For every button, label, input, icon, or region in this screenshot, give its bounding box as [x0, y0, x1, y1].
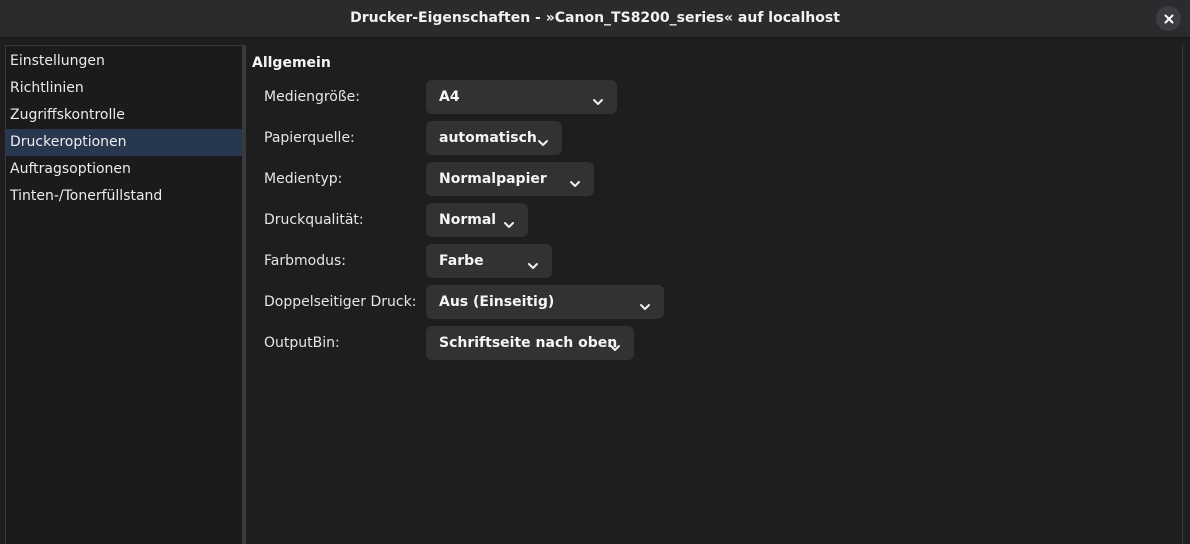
color-mode-value: Farbe: [439, 253, 484, 269]
printer-options-panel: Allgemein Mediengröße: A4 Papierquelle: …: [246, 45, 1183, 544]
duplex-value: Aus (Einseitig): [439, 294, 555, 310]
chevron-down-icon: [527, 256, 539, 269]
sidebar: Einstellungen Richtlinien Zugriffskontro…: [5, 45, 243, 544]
color-mode-label: Farbmodus:: [264, 253, 346, 269]
chevron-down-icon: [537, 133, 549, 146]
media-size-dropdown[interactable]: A4: [426, 80, 617, 114]
sidebar-item-auftragsoptionen[interactable]: Auftragsoptionen: [6, 156, 242, 183]
media-type-label: Medientyp:: [264, 171, 343, 187]
print-quality-value: Normal: [439, 212, 497, 228]
titlebar: Drucker-Eigenschaften - »Canon_TS8200_se…: [0, 0, 1190, 38]
output-bin-label: OutputBin:: [264, 335, 340, 351]
sidebar-item-druckeroptionen[interactable]: Druckeroptionen: [6, 129, 242, 156]
chevron-down-icon: [609, 338, 621, 351]
sidebar-item-richtlinien[interactable]: Richtlinien: [6, 75, 242, 102]
section-title: Allgemein: [252, 55, 331, 71]
chevron-down-icon: [592, 92, 604, 105]
sidebar-item-zugriffskontrolle[interactable]: Zugriffskontrolle: [6, 102, 242, 129]
media-type-value: Normalpapier: [439, 171, 547, 187]
chevron-down-icon: [569, 174, 581, 187]
chevron-down-icon: [503, 215, 515, 228]
paper-source-dropdown[interactable]: automatisch: [426, 121, 562, 155]
sidebar-item-einstellungen[interactable]: Einstellungen: [6, 48, 242, 75]
paper-source-label: Papierquelle:: [264, 130, 355, 146]
print-quality-label: Druckqualität:: [264, 212, 364, 228]
color-mode-dropdown[interactable]: Farbe: [426, 244, 552, 278]
duplex-label: Doppelseitiger Druck:: [264, 294, 417, 310]
output-bin-dropdown[interactable]: Schriftseite nach oben: [426, 326, 634, 360]
printer-properties-window: Drucker-Eigenschaften - »Canon_TS8200_se…: [0, 0, 1190, 544]
sidebar-item-tinten-tonerfuellstand[interactable]: Tinten-/Tonerfüllstand: [6, 183, 242, 210]
duplex-dropdown[interactable]: Aus (Einseitig): [426, 285, 664, 319]
media-type-dropdown[interactable]: Normalpapier: [426, 162, 594, 196]
close-icon: [1164, 14, 1174, 24]
media-size-value: A4: [439, 89, 460, 105]
media-size-label: Mediengröße:: [264, 89, 361, 105]
close-button[interactable]: [1156, 6, 1181, 31]
print-quality-dropdown[interactable]: Normal: [426, 203, 528, 237]
chevron-down-icon: [639, 297, 651, 310]
window-title: Drucker-Eigenschaften - »Canon_TS8200_se…: [350, 10, 840, 26]
paper-source-value: automatisch: [439, 130, 537, 146]
output-bin-value: Schriftseite nach oben: [439, 335, 618, 351]
